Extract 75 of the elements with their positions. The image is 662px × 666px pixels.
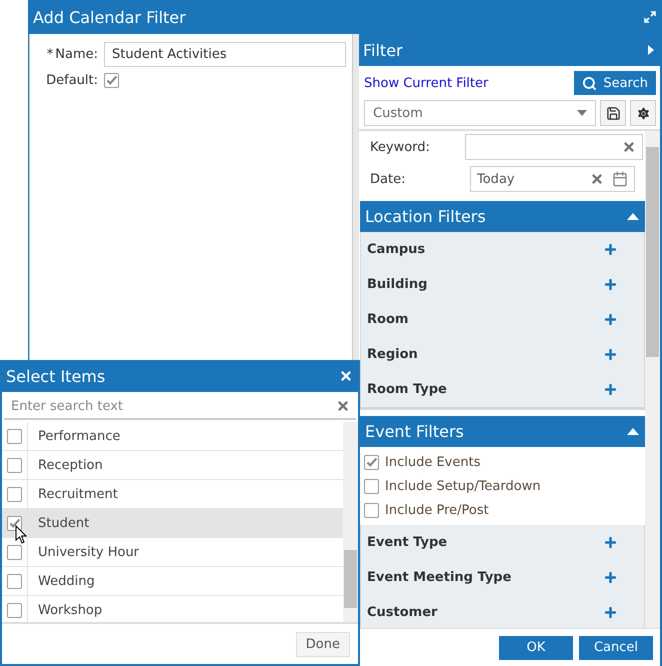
settings-icon: [636, 106, 650, 120]
cancel-button[interactable]: Cancel: [579, 636, 653, 660]
add-icon[interactable]: [603, 312, 618, 327]
filter-label: Campus: [367, 242, 426, 257]
keyword-field[interactable]: [465, 134, 643, 160]
option-label: Include Pre/Post: [385, 502, 489, 518]
name-field[interactable]: Student Activities: [104, 42, 346, 67]
add-icon[interactable]: [603, 535, 618, 550]
settings-button[interactable]: [630, 100, 656, 126]
save-icon: [606, 106, 620, 120]
add-icon[interactable]: [603, 242, 618, 257]
checkbox[interactable]: [364, 478, 379, 494]
ok-button[interactable]: OK: [499, 636, 573, 660]
section-header[interactable]: Event Filters: [360, 416, 645, 447]
caret-up-icon[interactable]: [627, 213, 639, 220]
cursor-icon: [15, 525, 27, 544]
expand-icon[interactable]: [644, 11, 656, 23]
filter-label: Room Type: [367, 382, 447, 397]
option-label: Include Events: [385, 454, 480, 470]
preset-dropdown[interactable]: Custom: [364, 100, 596, 126]
checkbox[interactable]: [7, 486, 22, 502]
close-icon[interactable]: [339, 369, 353, 383]
filter-label: Customer: [367, 605, 438, 620]
list-item[interactable]: Reception: [2, 451, 343, 480]
checkbox[interactable]: [7, 602, 22, 618]
caret-up-icon[interactable]: [627, 428, 639, 435]
list-item[interactable]: Wedding: [2, 567, 343, 596]
filter-title: Filter: [363, 40, 403, 60]
checkbox[interactable]: [364, 454, 379, 470]
clear-icon: [590, 172, 604, 186]
checkbox[interactable]: [364, 502, 379, 518]
option-label: Include Setup/Teardown: [385, 478, 541, 494]
name-label: Name:: [55, 47, 98, 62]
search-button[interactable]: Search: [574, 71, 656, 95]
checkbox[interactable]: [104, 73, 119, 88]
list-item[interactable]: University Hour: [2, 538, 343, 567]
checkbox[interactable]: [7, 458, 22, 472]
show-current-filter-link[interactable]: Show Current Filter: [364, 76, 488, 90]
date-field[interactable]: Today: [470, 166, 635, 192]
filter-label: Building: [367, 277, 428, 292]
add-icon[interactable]: [603, 570, 618, 585]
list-item[interactable]: Student: [2, 509, 343, 538]
filter-label: Event Type: [367, 535, 448, 550]
add-icon[interactable]: [603, 605, 618, 620]
dialog-title: Select Items: [6, 366, 106, 386]
collapse-arrow-icon[interactable]: [648, 45, 654, 55]
section-title: Location Filters: [365, 207, 486, 226]
date-label: Date:: [369, 172, 406, 186]
section-title: Event Filters: [365, 422, 464, 441]
search-field[interactable]: Enter search text: [4, 394, 356, 420]
checkbox[interactable]: [7, 544, 22, 560]
list-item[interactable]: Recruitment: [2, 480, 343, 509]
search-icon: [582, 76, 598, 90]
checkbox[interactable]: [7, 428, 22, 444]
save-button[interactable]: [600, 100, 626, 126]
calendar-icon: [612, 171, 628, 187]
filter-label: Room: [367, 312, 408, 327]
caret-down-icon[interactable]: [577, 110, 587, 116]
scrollbar[interactable]: [645, 131, 660, 628]
add-icon[interactable]: [603, 347, 618, 362]
clear-icon: [622, 140, 636, 154]
add-icon[interactable]: [603, 277, 618, 292]
filter-label: Region: [367, 347, 418, 362]
done-button[interactable]: Done: [296, 632, 350, 656]
required-mark: *: [46, 47, 54, 62]
default-label: Default:: [46, 73, 98, 88]
window-title: Add Calendar Filter: [33, 8, 186, 26]
section-header[interactable]: Location Filters: [360, 201, 645, 232]
checkbox[interactable]: [7, 574, 22, 588]
keyword-label: Keyword:: [369, 140, 431, 154]
filter-label: Event Meeting Type: [367, 570, 512, 585]
scrollbar[interactable]: [343, 422, 358, 622]
list-item[interactable]: Performance: [2, 422, 343, 451]
clear-icon: [336, 399, 350, 413]
add-icon[interactable]: [603, 382, 618, 397]
